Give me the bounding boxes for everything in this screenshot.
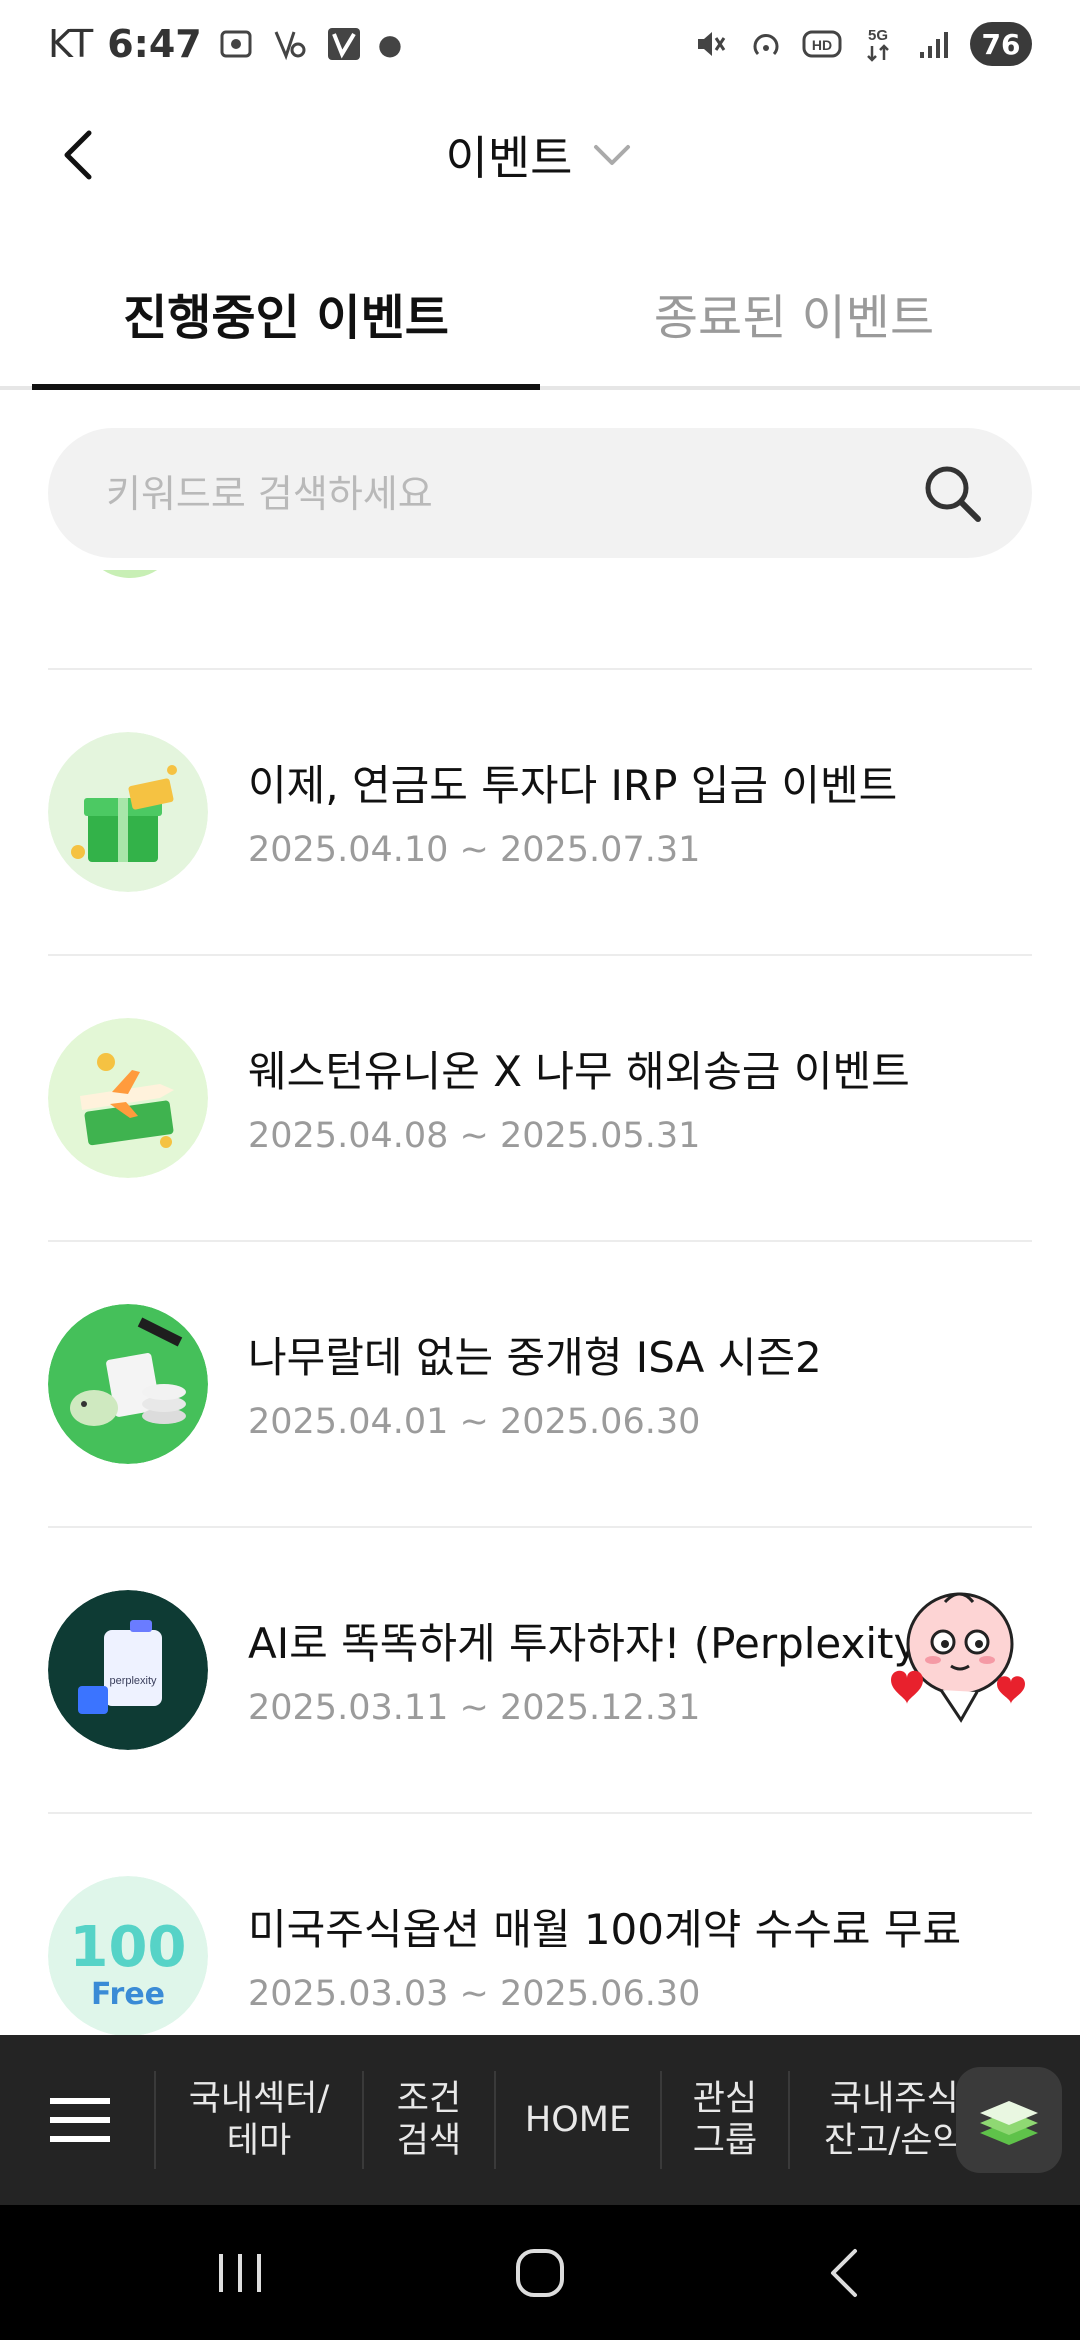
gift-box-icon: [48, 732, 208, 892]
svg-text:5G: 5G: [868, 27, 888, 44]
active-tab-indicator: [32, 384, 540, 390]
piggy-bank-icon: [48, 1304, 208, 1464]
status-left: KT 6:47 ●: [48, 22, 402, 66]
event-item[interactable]: 이제, 연금도 투자다 IRP 입금 이벤트 2025.04.10 ~ 2025…: [0, 670, 1080, 954]
title-dropdown[interactable]: 이벤트: [0, 120, 1080, 190]
tab-ongoing-events[interactable]: 진행중인 이벤트: [32, 240, 540, 386]
screenshot-icon: [216, 24, 256, 64]
event-date: 2025.04.08 ~ 2025.05.31: [248, 1116, 701, 1156]
svg-text:HD: HD: [812, 37, 832, 53]
search-bar: [48, 428, 1032, 560]
app-header: 이벤트: [0, 100, 1080, 210]
event-date: 2025.03.11 ~ 2025.12.31: [248, 1688, 701, 1728]
airplane-icon: [48, 1018, 208, 1178]
event-date: 2025.03.03 ~ 2025.06.30: [248, 1974, 701, 2014]
battery-indicator: 76: [970, 22, 1032, 66]
carrier-label: KT: [48, 22, 94, 66]
hd-voice-icon: HD: [802, 24, 842, 64]
apeach-sticker-icon[interactable]: [885, 1580, 1035, 1730]
event-item[interactable]: 100 Free 미국주식옵션 매월 100계약 수수료 무료 2025.03.…: [0, 1814, 1080, 2035]
system-navigation-bar: [0, 2205, 1080, 2340]
home-button[interactable]: [460, 2205, 620, 2340]
clock: 6:47: [107, 22, 202, 66]
status-right: HD 5G 76: [690, 22, 1032, 66]
nav-domestic-sector-theme[interactable]: 국내섹터/ 테마: [156, 2035, 362, 2205]
event-title: 나무랄데 없는 중개형 ISA 시즌2: [248, 1333, 822, 1382]
tab-ended-events[interactable]: 종료된 이벤트: [540, 240, 1048, 386]
event-title: 미국주식옵션 매월 100계약 수수료 무료: [248, 1905, 962, 1954]
perplexity-device-icon: perplexity: [48, 1590, 208, 1750]
hotspot-icon: [746, 24, 786, 64]
back-arrow-icon: [831, 2248, 857, 2297]
more-notifications-dot: ●: [377, 27, 403, 61]
svg-text:perplexity: perplexity: [109, 1675, 157, 1687]
svg-text:100: 100: [70, 1915, 187, 1980]
app-notification-icon: [324, 24, 364, 64]
chevron-down-icon: [590, 133, 634, 177]
signal-icon: [914, 24, 954, 64]
menu-button[interactable]: [20, 2035, 140, 2205]
event-title: AI로 똑똑하게 투자하자! (Perplexity): [248, 1619, 935, 1668]
event-item[interactable]: 웨스턴유니온 X 나무 해외송금 이벤트 2025.04.08 ~ 2025.0…: [0, 956, 1080, 1240]
recent-apps-icon: [219, 2253, 261, 2292]
system-back-button[interactable]: [765, 2205, 925, 2340]
layers-icon: [980, 2101, 1038, 2145]
100-free-icon: 100 Free: [48, 1876, 208, 2035]
hamburger-menu-icon: [50, 2098, 110, 2142]
nav-watch-group[interactable]: 관심 그룹: [662, 2035, 788, 2205]
nav-home[interactable]: HOME: [496, 2035, 660, 2205]
event-date: 2025.04.10 ~ 2025.07.31: [248, 830, 701, 870]
network-5g-icon: 5G: [858, 24, 898, 64]
partial-event-thumbnail: [80, 570, 180, 578]
event-item[interactable]: 나무랄데 없는 중개형 ISA 시즌2 2025.04.01 ~ 2025.06…: [0, 1242, 1080, 1526]
event-date: 2025.04.01 ~ 2025.06.30: [248, 1402, 701, 1442]
event-title: 이제, 연금도 투자다 IRP 입금 이벤트: [248, 761, 898, 810]
page-title: 이벤트: [445, 131, 573, 185]
event-title: 웨스턴유니온 X 나무 해외송금 이벤트: [248, 1047, 910, 1096]
vpn-icon: [270, 24, 310, 64]
event-tabs: 진행중인 이벤트 종료된 이벤트: [0, 240, 1080, 390]
recent-apps-button[interactable]: [160, 2205, 320, 2340]
nav-condition-search[interactable]: 조건 검색: [364, 2035, 494, 2205]
status-bar: KT 6:47 ● HD 5G 76: [0, 0, 1080, 100]
event-list: 이제, 연금도 투자다 IRP 입금 이벤트 2025.04.10 ~ 2025…: [0, 570, 1080, 2035]
svg-text:Free: Free: [91, 1977, 165, 2012]
search-icon[interactable]: [920, 461, 984, 525]
layers-button[interactable]: [956, 2067, 1062, 2173]
search-input[interactable]: [104, 428, 908, 560]
home-icon: [516, 2248, 564, 2297]
bottom-navigation: 국내섹터/ 테마 조건 검색 HOME 관심 그룹 국내주식 잔고/손익: [0, 2035, 1080, 2205]
mute-icon: [690, 24, 730, 64]
